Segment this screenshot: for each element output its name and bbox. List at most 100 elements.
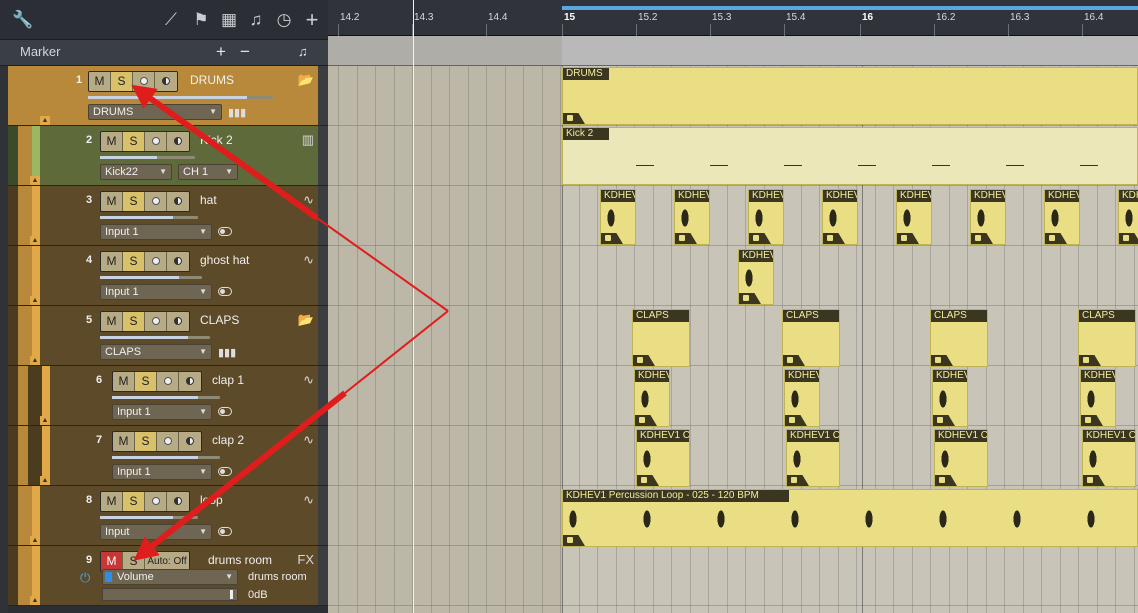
event-hat[interactable]: KDHEV [1044, 189, 1080, 245]
event-kick-2[interactable]: Kick 2 [562, 127, 1138, 185]
monitor-toggle[interactable] [218, 407, 232, 416]
midi-note[interactable] [1080, 165, 1098, 166]
record-arm-button[interactable] [133, 72, 155, 91]
track-header-4[interactable]: ▲ 4 M Sghost hat ∿ Input 1 ▼ [8, 246, 328, 306]
volume-fader[interactable] [100, 336, 210, 339]
midi-note[interactable] [932, 165, 950, 166]
collapse-icon[interactable]: ▲ [40, 116, 50, 125]
monitor-toggle[interactable] [218, 467, 232, 476]
midi-note[interactable] [710, 165, 728, 166]
solo-button[interactable]: S [123, 492, 145, 511]
midi-note[interactable] [858, 165, 876, 166]
record-arm-button[interactable] [145, 132, 167, 151]
add-icon[interactable]: + [302, 9, 322, 31]
notes-icon[interactable]: ♫ [246, 9, 266, 31]
input-select[interactable]: Input 1 ▼ [112, 464, 212, 480]
event-claps-folder[interactable]: CLAPS [632, 309, 690, 367]
power-icon[interactable]: ⏻ [80, 570, 90, 586]
event-claps-folder[interactable]: CLAPS [1078, 309, 1136, 367]
track-name[interactable]: loop [200, 493, 223, 507]
event-hat[interactable]: KDHEV [896, 189, 932, 245]
record-arm-button[interactable] [145, 252, 167, 271]
event-clap-2[interactable]: KDHEV1 C [1082, 429, 1136, 487]
record-arm-button[interactable] [157, 372, 179, 391]
event-clap-1[interactable]: KDHEV [784, 369, 820, 427]
event-claps-folder[interactable]: CLAPS [782, 309, 840, 367]
arrange-view[interactable]: 14.2 14.3 14.4 15 15.2 15.3 15.4 16 16.2 16.3 16.4… [328, 0, 1138, 613]
record-arm-button[interactable] [145, 312, 167, 331]
folder-select[interactable]: CLAPS ▼ [100, 344, 212, 360]
track-header-6[interactable]: ▲ 6 M Sclap 1 ∿ Input 1 ▼ [8, 366, 328, 426]
record-arm-button[interactable] [145, 192, 167, 211]
event-clap-2[interactable]: KDHEV1 C [636, 429, 690, 487]
event-hat[interactable]: KDHEV [748, 189, 784, 245]
volume-fader[interactable] [112, 456, 220, 459]
volume-fader[interactable] [100, 156, 195, 159]
bus-icon[interactable]: ▮▮▮ [218, 346, 236, 359]
slider-thumb[interactable] [230, 590, 233, 599]
record-arm-button[interactable] [145, 492, 167, 511]
track-name[interactable]: Kick 2 [200, 133, 233, 147]
track-name[interactable]: drums room [208, 553, 272, 567]
event-clap-2[interactable]: KDHEV1 C [786, 429, 840, 487]
mute-button[interactable]: M [89, 72, 111, 91]
monitor-button[interactable] [167, 252, 189, 271]
event-claps-folder[interactable]: CLAPS [930, 309, 988, 367]
mute-button[interactable]: M [113, 372, 135, 391]
collapse-icon[interactable]: ▲ [30, 236, 40, 245]
volume-fader[interactable] [100, 516, 198, 519]
event-hat[interactable]: KDHEV [600, 189, 636, 245]
collapse-icon[interactable]: ▲ [30, 596, 40, 605]
add-marker-button[interactable]: + [216, 42, 226, 62]
track-name[interactable]: hat [200, 193, 217, 207]
monitor-button[interactable] [155, 72, 177, 91]
folder-select[interactable]: DRUMS ▼ [88, 104, 222, 120]
solo-button[interactable]: S [123, 132, 145, 151]
record-arm-button[interactable] [157, 432, 179, 451]
track-header-2[interactable]: ▲ 2 M S Kick 2 ▥ Kick22 ▼ CH 1 ▼ [8, 126, 328, 186]
event-hat[interactable]: KDHEV [970, 189, 1006, 245]
volume-fader[interactable] [100, 276, 202, 279]
midi-channel-select[interactable]: CH 1 ▼ [178, 164, 238, 180]
input-select[interactable]: Input ▼ [100, 524, 212, 540]
mute-button[interactable]: M [113, 432, 135, 451]
track-name[interactable]: DRUMS [190, 73, 234, 87]
input-select[interactable]: Input 1 ▼ [112, 404, 212, 420]
solo-button[interactable]: S [135, 372, 157, 391]
mute-button[interactable]: M [101, 132, 123, 151]
solo-button[interactable]: S [123, 252, 145, 271]
collapse-icon[interactable]: ▲ [30, 356, 40, 365]
input-select[interactable]: Input 1 ▼ [100, 284, 212, 300]
track-header-7[interactable]: ▲ 7 M Sclap 2 ∿ Input 1 ▼ [8, 426, 328, 486]
track-header-8[interactable]: ▲ 8 M Sloop ∿ Input ▼ [8, 486, 328, 546]
midi-note[interactable] [784, 165, 802, 166]
monitor-button[interactable] [167, 312, 189, 331]
volume-fader[interactable] [112, 396, 220, 399]
grid-icon[interactable]: ▦ [220, 9, 238, 31]
solo-button[interactable]: S [135, 432, 157, 451]
input-select[interactable]: Input 1 ▼ [100, 224, 212, 240]
mute-button[interactable]: M [101, 252, 123, 271]
timeline-ruler[interactable]: 14.2 14.3 14.4 15 15.2 15.3 15.4 16 16.2 16.3 16.4 [328, 0, 1138, 36]
track-header-3[interactable]: ▲ 3 M Shat ∿ Input 1 ▼ [8, 186, 328, 246]
automation-icon[interactable]: ⟋ [160, 9, 182, 31]
track-name[interactable]: ghost hat [200, 253, 249, 267]
event-hat[interactable]: KDHEV [1118, 189, 1138, 245]
automation-parameter-select[interactable]: Volume ▼ [102, 569, 238, 585]
event-clap-2[interactable]: KDHEV1 C [934, 429, 988, 487]
solo-button[interactable]: S [123, 312, 145, 331]
event-ghost-hat[interactable]: KDHEV [738, 249, 774, 305]
event-clap-1[interactable]: KDHEV [1080, 369, 1116, 427]
collapse-icon[interactable]: ▲ [30, 176, 40, 185]
monitor-button[interactable] [167, 132, 189, 151]
monitor-toggle[interactable] [218, 287, 232, 296]
volume-slider[interactable] [102, 588, 238, 601]
wrench-icon[interactable]: 🔧 [12, 9, 33, 31]
monitor-button[interactable] [167, 492, 189, 511]
mute-button[interactable]: M [101, 192, 123, 211]
collapse-icon[interactable]: ▲ [40, 416, 50, 425]
playhead-cursor[interactable] [413, 0, 414, 613]
midi-note[interactable] [1006, 165, 1024, 166]
mute-button[interactable]: M [101, 312, 123, 331]
clock-icon[interactable]: ◷ [274, 9, 294, 31]
